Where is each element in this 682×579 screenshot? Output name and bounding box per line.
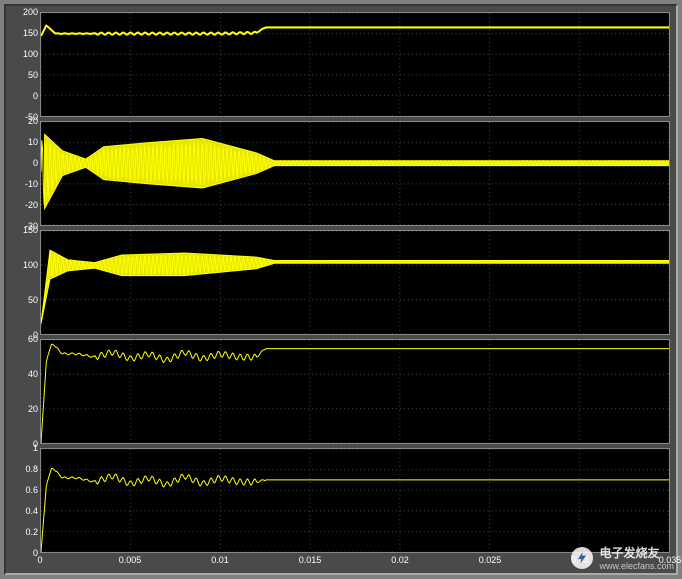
y-tick-label: 50 (28, 295, 38, 305)
x-tick-label: 0.01 (211, 555, 229, 565)
x-tick-label: 0.035 (659, 555, 682, 565)
y-axis-0: -50050100150200 (12, 12, 40, 117)
y-axis-1: -30-20-1001020 (12, 121, 40, 226)
x-axis: 00.0050.010.0150.020.0250.030.035 (40, 555, 670, 569)
plot-area-2[interactable] (40, 230, 670, 335)
x-tick-label: 0.02 (391, 555, 409, 565)
y-tick-label: 0.6 (25, 485, 38, 495)
subplot-4: 00.20.40.60.81 (12, 448, 670, 553)
y-tick-label: 0 (33, 91, 38, 101)
plot-area-1[interactable] (40, 121, 670, 226)
y-tick-label: 0.4 (25, 506, 38, 516)
x-tick-label: 0.03 (571, 555, 589, 565)
y-axis-4: 00.20.40.60.81 (12, 448, 40, 553)
plot-area-0[interactable] (40, 12, 670, 117)
y-tick-label: -10 (25, 179, 38, 189)
y-axis-2: 050100150 (12, 230, 40, 335)
plot-area-3[interactable] (40, 339, 670, 444)
x-tick-label: 0.005 (119, 555, 142, 565)
y-tick-label: 150 (23, 225, 38, 235)
y-tick-label: 60 (28, 334, 38, 344)
plots-container: -50050100150200-30-20-100102005010015002… (12, 12, 670, 553)
y-tick-label: -20 (25, 200, 38, 210)
y-axis-3: 0204060 (12, 339, 40, 444)
y-tick-label: 50 (28, 70, 38, 80)
y-tick-label: 10 (28, 137, 38, 147)
plot-area-4[interactable] (40, 448, 670, 553)
subplot-3: 0204060 (12, 339, 670, 444)
x-tick-label: 0.025 (479, 555, 502, 565)
x-tick-label: 0 (37, 555, 42, 565)
y-tick-label: 200 (23, 7, 38, 17)
y-tick-label: 40 (28, 369, 38, 379)
y-tick-label: 100 (23, 260, 38, 270)
subplot-2: 050100150 (12, 230, 670, 335)
subplot-1: -30-20-1001020 (12, 121, 670, 226)
subplot-0: -50050100150200 (12, 12, 670, 117)
y-tick-label: 20 (28, 404, 38, 414)
y-tick-label: 0.2 (25, 527, 38, 537)
y-tick-label: 1 (33, 443, 38, 453)
y-tick-label: 0 (33, 158, 38, 168)
y-tick-label: 0.8 (25, 464, 38, 474)
y-tick-label: 100 (23, 49, 38, 59)
y-tick-label: 150 (23, 28, 38, 38)
scope-window: -50050100150200-30-20-100102005010015002… (4, 4, 678, 575)
y-tick-label: 20 (28, 116, 38, 126)
x-tick-label: 0.015 (299, 555, 322, 565)
